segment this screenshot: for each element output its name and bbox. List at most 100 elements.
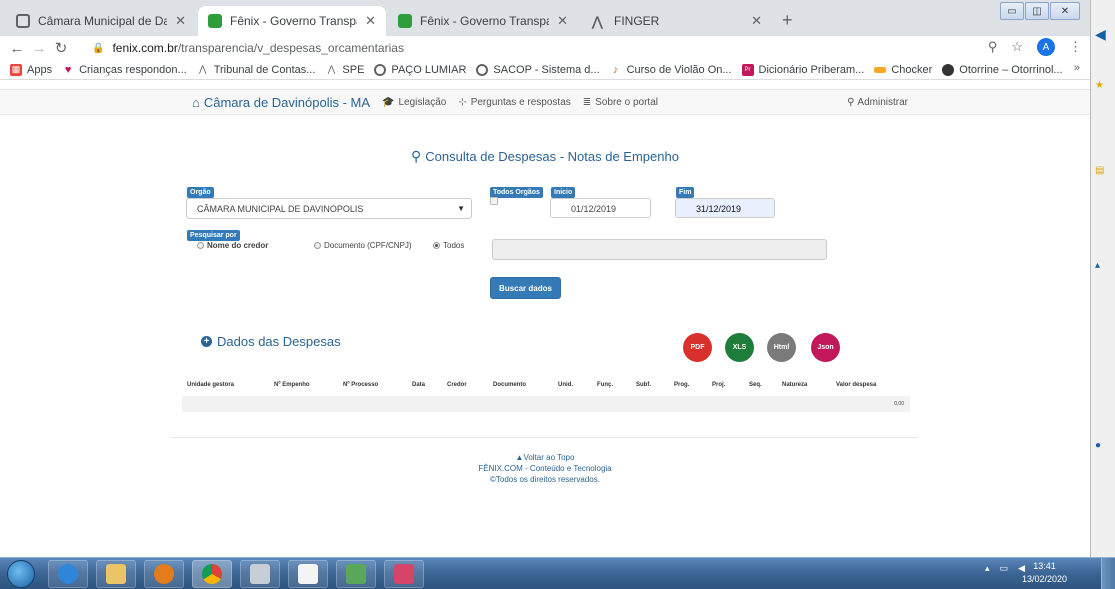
chevron-up-icon[interactable]: ▴: [985, 563, 990, 574]
new-tab-button[interactable]: +: [782, 10, 793, 31]
column-header[interactable]: Nº Processo: [343, 382, 378, 388]
taskbar-chrome[interactable]: [192, 560, 232, 588]
taskbar-clock[interactable]: 13:41 13/02/2020: [1022, 560, 1067, 586]
link-icon: ⚲: [847, 96, 855, 108]
plus-circle-icon: +: [201, 336, 212, 347]
start-button[interactable]: [7, 560, 35, 588]
close-window-button[interactable]: ✕: [1050, 2, 1080, 20]
tab-title: Fênix - Governo Transparente: [420, 14, 549, 28]
show-desktop-button[interactable]: [1101, 558, 1115, 589]
tab-finger[interactable]: ⋀ FINGER ✕: [582, 6, 772, 36]
taskbar-snipping[interactable]: [384, 560, 424, 588]
search-term-input[interactable]: [492, 239, 827, 260]
json-export-icon[interactable]: Json: [811, 333, 840, 362]
back-to-top-link[interactable]: ▲Voltar ao Topo: [0, 452, 1090, 463]
nav-perguntas[interactable]: ⊹ Perguntas e respostas: [458, 97, 570, 108]
column-header[interactable]: Prog.: [674, 382, 689, 388]
bookmark-apps[interactable]: ▦ Apps: [10, 63, 52, 76]
column-header[interactable]: Valor despesa: [836, 382, 876, 388]
taskbar-ie[interactable]: [48, 560, 88, 588]
bookmark-item[interactable]: Chocker: [874, 64, 932, 76]
section-title-text: Dados das Despesas: [217, 334, 341, 349]
bookmark-item[interactable]: SACOP - Sistema d...: [476, 63, 600, 76]
menu-kebab-icon[interactable]: ⋮: [1069, 39, 1082, 55]
column-header[interactable]: Seq.: [749, 382, 762, 388]
back-to-top-text: Voltar ao Topo: [523, 453, 575, 462]
bookmark-item[interactable]: Pr Dicionário Priberam...: [741, 63, 865, 76]
radio-nome-credor[interactable]: Nome do credor: [197, 241, 268, 250]
bookmark-label: Dicionário Priberam...: [758, 63, 865, 76]
folder-icon: ▤: [1095, 165, 1105, 176]
tab-strip: Câmara Municipal de Davinópoli ✕ Fênix -…: [0, 0, 1090, 36]
column-header[interactable]: Natureza: [782, 382, 807, 388]
taskbar-calculator[interactable]: [240, 560, 280, 588]
bookmark-label: SACOP - Sistema d...: [493, 63, 600, 76]
nav-label: Administrar: [857, 96, 908, 108]
todos-orgaos-checkbox[interactable]: [490, 197, 498, 205]
otorrine-icon: [942, 63, 955, 76]
html-export-icon[interactable]: Html: [767, 333, 796, 362]
excel-export-icon[interactable]: XLS: [725, 333, 754, 362]
taskbar-spreadsheet[interactable]: [336, 560, 376, 588]
buscar-dados-button[interactable]: Buscar dados: [490, 277, 561, 299]
system-tray: ▴ ▭ ◀: [985, 563, 1025, 574]
footer-company[interactable]: FÊNIX.COM - Conteúdo e Tecnologia: [0, 463, 1090, 474]
star-icon[interactable]: ☆: [1011, 39, 1023, 55]
url-path: /transparencia/v_despesas_orcamentarias: [177, 41, 404, 55]
column-header[interactable]: Documento: [493, 382, 526, 388]
fenix-icon: [208, 14, 222, 28]
zoom-icon[interactable]: ⚲: [988, 39, 998, 55]
column-header[interactable]: Unidade gestora: [187, 382, 234, 388]
bookmark-item[interactable]: ♥ Crianças respondon...: [62, 64, 187, 76]
inicio-value: 01/12/2019: [571, 204, 617, 214]
more-bookmarks-icon[interactable]: »: [1074, 62, 1080, 74]
close-icon[interactable]: ✕: [175, 13, 186, 29]
pdf-export-icon[interactable]: PDF: [683, 333, 712, 362]
background-window: ◀ ★ ▤ ▴ ●: [1090, 0, 1115, 557]
maximize-button[interactable]: ◫: [1025, 2, 1049, 20]
tab-fenix-active[interactable]: Fênix - Governo Transparente ✕: [198, 6, 386, 36]
tab-fenix[interactable]: Fênix - Governo Transparente ✕: [388, 6, 578, 36]
avatar[interactable]: A: [1037, 38, 1055, 56]
close-icon[interactable]: ✕: [751, 13, 762, 29]
minimize-button[interactable]: ▭: [1000, 2, 1024, 20]
portal-brand[interactable]: ⌂ Câmara de Davinópolis - MA: [192, 95, 370, 110]
close-icon[interactable]: ✕: [365, 13, 376, 29]
taskbar-notepad[interactable]: [288, 560, 328, 588]
back-arrow-icon[interactable]: ←: [6, 40, 28, 57]
bookmark-item[interactable]: ⋀ SPE: [325, 64, 365, 76]
dados-despesas-title[interactable]: + Dados das Despesas: [201, 334, 341, 349]
column-header[interactable]: Funç.: [597, 382, 613, 388]
nav-sobre[interactable]: ≣ Sobre o portal: [583, 97, 658, 108]
divider: [172, 437, 918, 438]
radio-todos[interactable]: Todos: [433, 241, 464, 250]
taskbar-explorer[interactable]: [96, 560, 136, 588]
bookmark-item[interactable]: Otorrine – Otorrinol...: [942, 63, 1063, 76]
forward-arrow-icon[interactable]: →: [28, 40, 50, 57]
bookmark-item[interactable]: PAÇO LUMIAR: [374, 63, 466, 76]
nav-legislacao[interactable]: 🎓 Legislação: [382, 97, 446, 108]
inicio-date-field[interactable]: 01/12/2019: [550, 198, 651, 218]
network-icon[interactable]: ▭: [1000, 563, 1009, 574]
column-header[interactable]: Proj.: [712, 382, 725, 388]
close-icon[interactable]: ✕: [557, 13, 568, 29]
orgao-select[interactable]: CÂMARA MUNICIPAL DE DAVINOPOLIS ▼: [186, 198, 472, 219]
reload-icon[interactable]: ↻: [50, 39, 72, 57]
orgao-value: CÂMARA MUNICIPAL DE DAVINOPOLIS: [197, 204, 364, 214]
radio-label: Nome do credor: [207, 241, 269, 250]
taskbar-media[interactable]: [144, 560, 184, 588]
window-controls: ▭ ◫ ✕: [1000, 2, 1080, 22]
column-header[interactable]: Data: [412, 382, 425, 388]
bookmark-item[interactable]: ♪ Curso de Violão On...: [610, 64, 732, 76]
column-header[interactable]: Credor: [447, 382, 467, 388]
brand-label: Câmara de Davinópolis - MA: [203, 94, 371, 110]
column-header[interactable]: Unid.: [558, 382, 573, 388]
column-header[interactable]: Subf.: [636, 382, 651, 388]
column-header[interactable]: Nº Empenho: [274, 382, 310, 388]
fim-date-field[interactable]: 31/12/2019: [675, 198, 775, 218]
radio-documento[interactable]: Documento (CPF/CNPJ): [314, 241, 412, 250]
nav-administrar[interactable]: ⚲ Administrar: [847, 97, 908, 108]
address-bar[interactable]: 🔒 fenix.com.br/transparencia/v_despesas_…: [92, 37, 1032, 59]
tab-camara[interactable]: Câmara Municipal de Davinópoli ✕: [6, 6, 196, 36]
bookmark-item[interactable]: ⋀ Tribunal de Contas...: [197, 64, 315, 76]
